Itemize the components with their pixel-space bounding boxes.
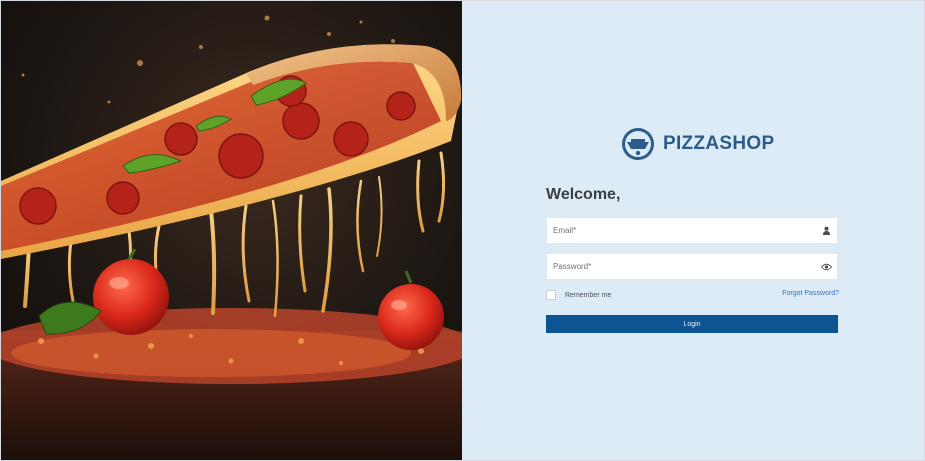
password-field <box>546 253 838 280</box>
user-icon <box>815 218 837 243</box>
email-field <box>546 217 838 244</box>
welcome-heading: Welcome, <box>546 186 621 203</box>
email-input[interactable] <box>547 226 815 235</box>
pizza-slice-illustration <box>1 1 462 460</box>
pizza-logo-icon <box>622 128 654 160</box>
eye-icon[interactable] <box>815 254 837 279</box>
brand: PIZZASHOP <box>621 127 774 161</box>
remember-me: Remember me <box>546 290 611 300</box>
forgot-password-link[interactable]: Forgot Password? <box>782 290 839 297</box>
brand-name: PIZZASHOP <box>663 133 775 154</box>
remember-me-checkbox[interactable] <box>546 290 556 300</box>
remember-me-label: Remember me <box>565 291 612 299</box>
password-input[interactable] <box>547 262 815 271</box>
hero-image <box>1 1 462 460</box>
login-button[interactable]: Login <box>546 315 838 333</box>
login-panel: PIZZASHOP Welcome, Remember <box>462 1 924 460</box>
app-window: PIZZASHOP Welcome, Remember <box>0 0 925 461</box>
